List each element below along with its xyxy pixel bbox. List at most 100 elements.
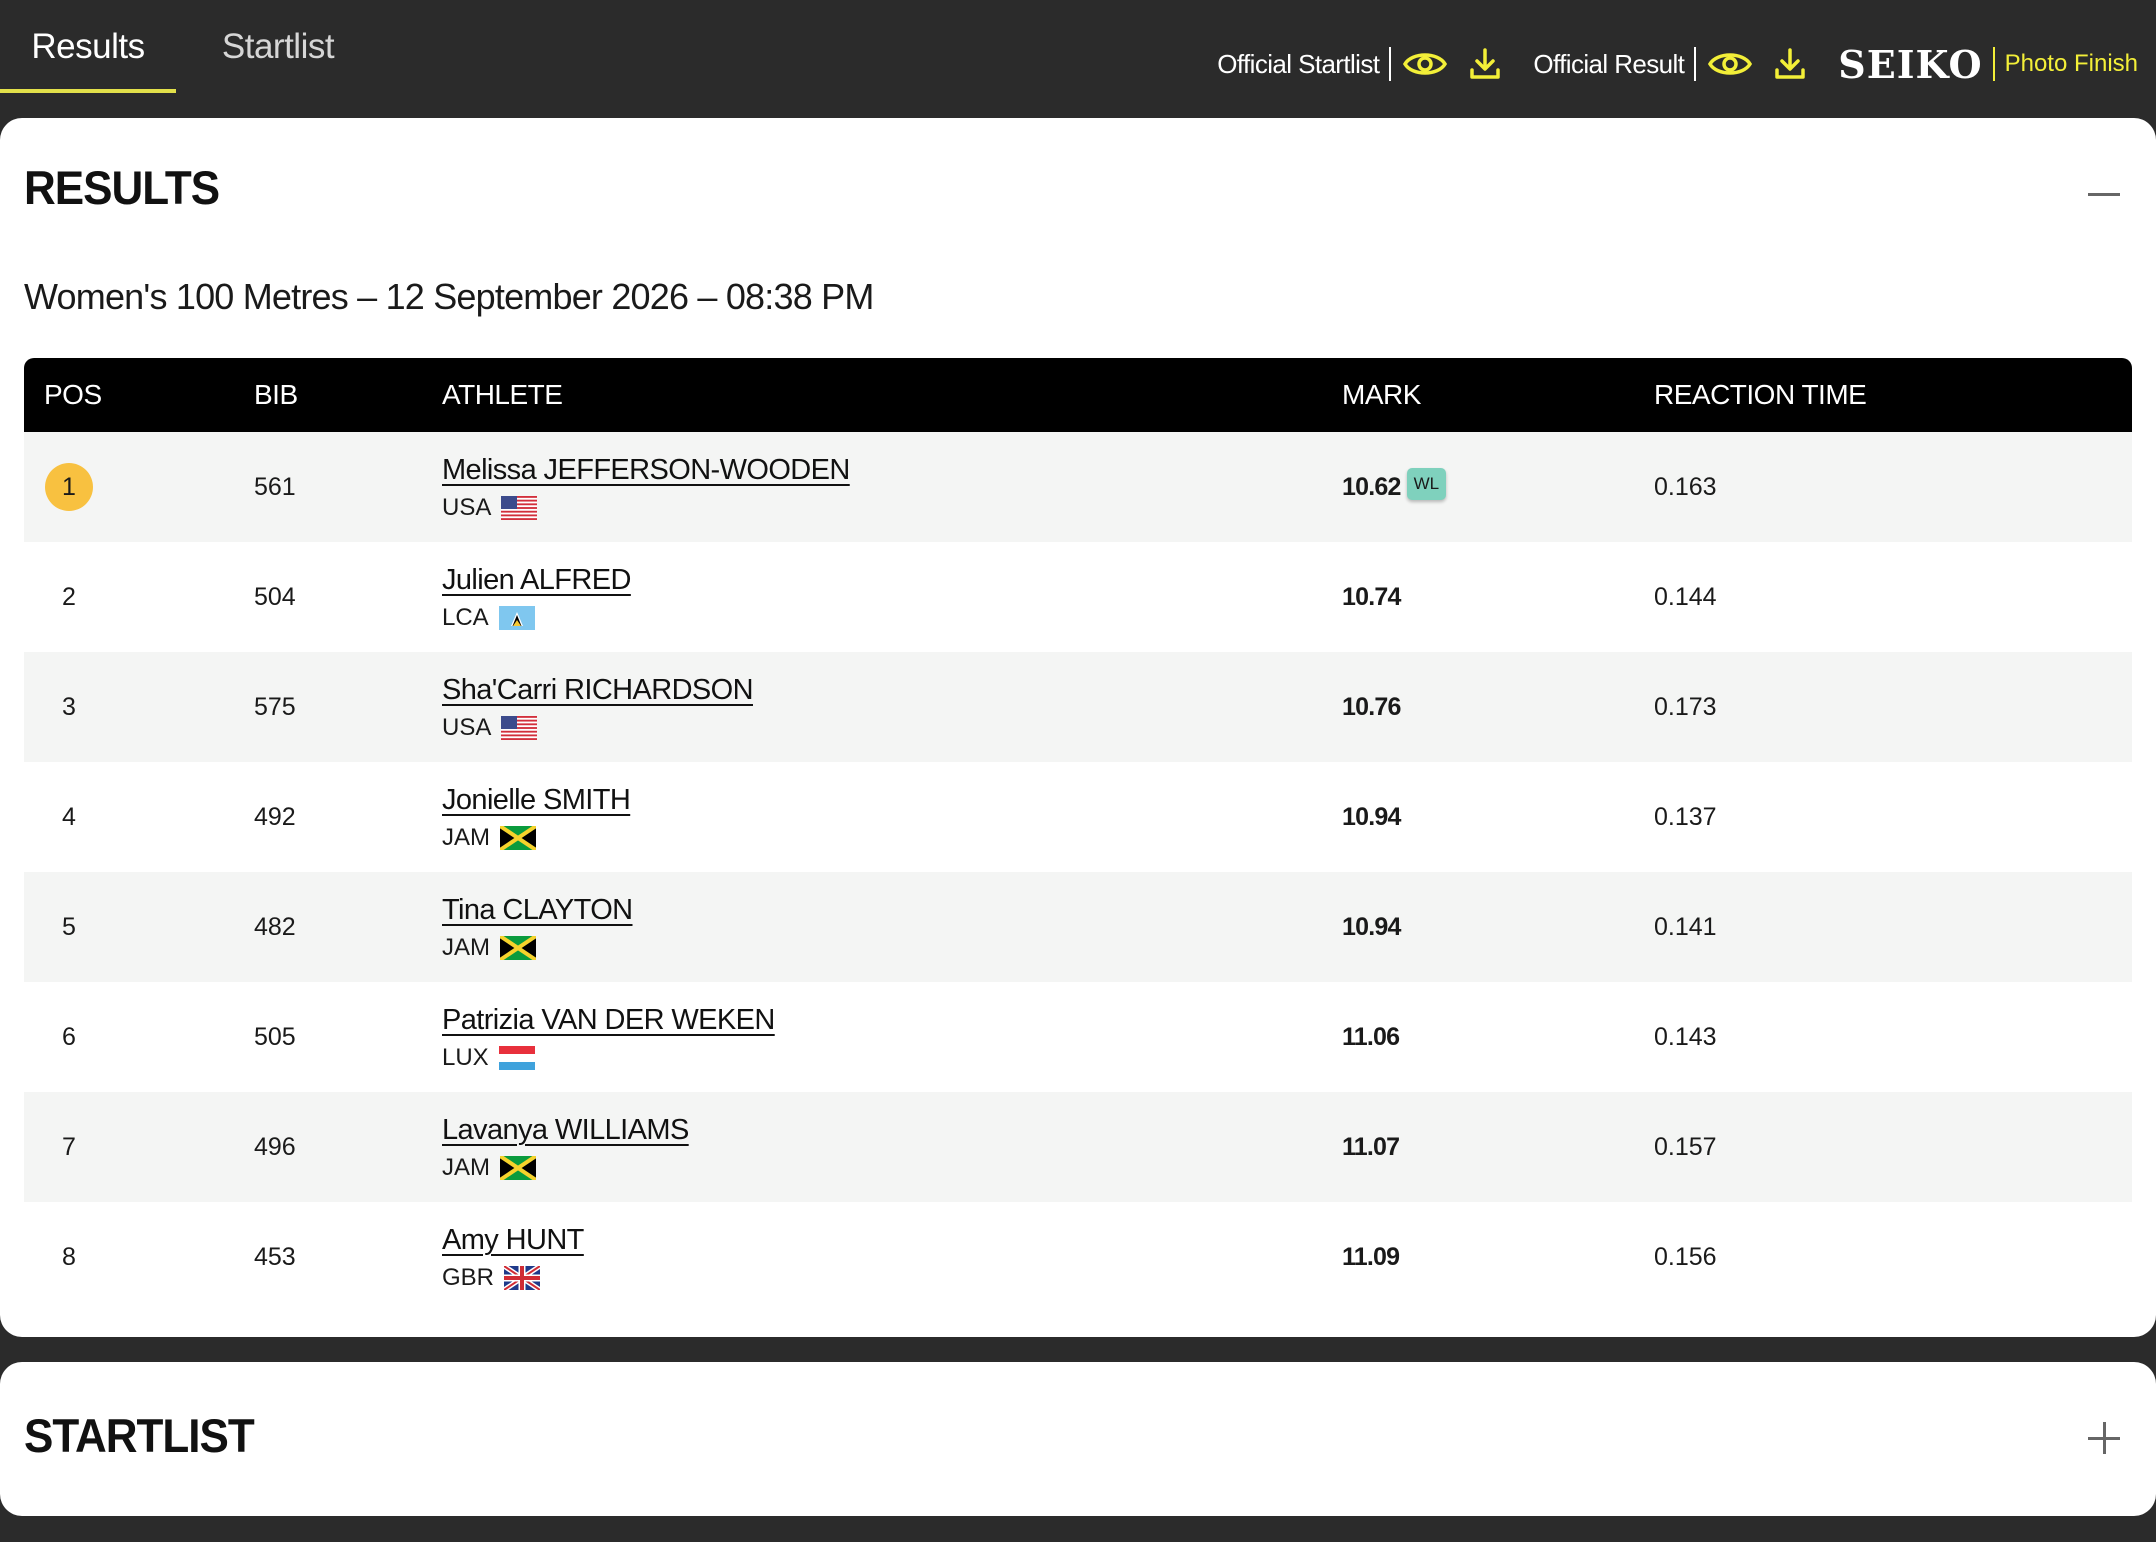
gbr-flag-icon	[502, 1263, 542, 1293]
pos-cell: 7	[44, 1092, 94, 1202]
position: 2	[62, 582, 76, 611]
country-code: JAM	[442, 1154, 490, 1181]
athlete-name-link[interactable]: Lavanya WILLIAMS	[442, 1112, 689, 1148]
athlete-cell: Patrizia VAN DER WEKEN LUX	[442, 982, 775, 1092]
country-code: JAM	[442, 824, 490, 851]
table-row: 1 561 Melissa JEFFERSON-WOODEN USA 10.62 WL 0.…	[24, 432, 2132, 542]
tab-results[interactable]: Results	[0, 0, 176, 94]
jam-flag-icon	[498, 824, 538, 852]
world-lead-badge: WL	[1406, 468, 1447, 500]
mark-value: 10.94	[1342, 802, 1401, 831]
lux-flag-icon	[498, 1046, 535, 1070]
lca-flag-icon	[498, 606, 535, 630]
mark-value: 10.74	[1342, 582, 1401, 611]
reaction-time-cell: 0.141	[1654, 912, 1717, 941]
bib-cell: 561	[254, 472, 296, 501]
tab-startlist[interactable]: Startlist	[190, 0, 366, 94]
bib-cell: 504	[254, 582, 296, 611]
athlete-country: GBR	[442, 1263, 542, 1293]
position: 6	[62, 1022, 76, 1051]
expand-icon[interactable]	[2086, 1420, 2122, 1456]
mark-value: 11.07	[1342, 1132, 1400, 1161]
results-card: RESULTS Women's 100 Metres – 12 Septembe…	[0, 118, 2156, 1337]
startlist-card: STARTLIST	[0, 1362, 2156, 1516]
table-row: 5 482 Tina CLAYTON JAM 10.94 0.141	[24, 872, 2132, 982]
athlete-name-link[interactable]: Amy HUNT	[442, 1222, 584, 1258]
usa-flag-icon	[501, 496, 538, 520]
table-row: 7 496 Lavanya WILLIAMS JAM 11.07 0.157	[24, 1092, 2132, 1202]
athlete-name-link[interactable]: Patrizia VAN DER WEKEN	[442, 1002, 775, 1038]
table-row: 8 453 Amy HUNT GBR 11.09 0.156	[24, 1202, 2132, 1312]
divider	[1992, 47, 1995, 81]
reaction-time-cell: 0.137	[1654, 802, 1717, 831]
photo-finish-link[interactable]: Photo Finish	[2005, 50, 2138, 78]
pos-cell: 4	[44, 762, 94, 872]
mark-cell: 11.07	[1342, 1092, 1400, 1202]
athlete-country: USA	[442, 714, 538, 742]
reaction-time-cell: 0.163	[1654, 472, 1717, 501]
athlete-cell: Tina CLAYTON JAM	[442, 872, 633, 982]
athlete-country: USA	[442, 494, 538, 522]
pos-cell: 5	[44, 872, 94, 982]
athlete-name-link[interactable]: Julien ALFRED	[442, 562, 631, 598]
reaction-time-cell: 0.157	[1654, 1132, 1717, 1161]
event-title: Women's 100 Metres – 12 September 2026 –…	[24, 276, 874, 317]
collapse-icon[interactable]	[2086, 176, 2122, 212]
bib-cell: 505	[254, 1022, 296, 1051]
divider	[1389, 47, 1392, 81]
table-row: 2 504 Julien ALFRED LCA 10.74 0.144	[24, 542, 2132, 652]
column-header-reaction-time: REACTION TIME	[1654, 379, 1867, 410]
bib-cell: 492	[254, 802, 296, 831]
bib-cell: 453	[254, 1242, 296, 1271]
active-tab-indicator	[0, 89, 176, 93]
download-icon[interactable]	[1766, 40, 1814, 88]
athlete-name-link[interactable]: Tina CLAYTON	[442, 892, 633, 928]
top-bar: Results Startlist Official Startlist Off…	[0, 0, 2156, 118]
startlist-heading: STARTLIST	[24, 1410, 255, 1463]
bib-cell: 575	[254, 692, 296, 721]
country-code: USA	[442, 494, 492, 521]
athlete-country: LUX	[442, 1044, 535, 1072]
seiko-logo: SEIKO	[1838, 41, 1983, 87]
athlete-cell: Julien ALFRED LCA	[442, 542, 631, 652]
eye-icon[interactable]	[1401, 40, 1449, 88]
results-heading: RESULTS	[24, 162, 220, 215]
country-code: USA	[442, 714, 492, 741]
bib-cell: 482	[254, 912, 296, 941]
official-startlist-label: Official Startlist	[1217, 48, 1380, 79]
athlete-name-link[interactable]: Melissa JEFFERSON-WOODEN	[442, 452, 850, 488]
download-icon[interactable]	[1461, 40, 1509, 88]
mark-cell: 10.62 WL	[1342, 432, 1447, 542]
column-header-pos: POS	[44, 379, 102, 410]
athlete-name-link[interactable]: Jonielle SMITH	[442, 782, 631, 818]
athlete-country: LCA	[442, 604, 535, 632]
athlete-name-link[interactable]: Sha'Carri RICHARDSON	[442, 672, 754, 708]
mark-value: 10.62	[1342, 472, 1401, 501]
jam-flag-icon	[498, 934, 538, 962]
results-table: POS BIB ATHLETE MARK REACTION TIME 1 561 M…	[24, 358, 2132, 1312]
pos-cell: 8	[44, 1202, 94, 1312]
official-result-label: Official Result	[1533, 48, 1685, 79]
reaction-time-cell: 0.144	[1654, 582, 1717, 611]
reaction-time-cell: 0.173	[1654, 692, 1717, 721]
jam-flag-icon	[498, 1154, 538, 1182]
table-header: POS BIB ATHLETE MARK REACTION TIME	[24, 358, 2132, 432]
mark-cell: 10.74	[1342, 542, 1401, 652]
mark-value: 11.09	[1342, 1242, 1400, 1271]
country-code: LCA	[442, 604, 489, 631]
position: 8	[62, 1242, 76, 1271]
eye-icon[interactable]	[1706, 40, 1754, 88]
mark-cell: 11.06	[1342, 982, 1400, 1092]
table-row: 3 575 Sha'Carri RICHARDSON USA 10.76 0.173	[24, 652, 2132, 762]
gold-medal-position: 1	[45, 463, 93, 511]
position: 7	[62, 1132, 76, 1161]
position: 3	[62, 692, 76, 721]
athlete-cell: Sha'Carri RICHARDSON USA	[442, 652, 754, 762]
pos-cell: 3	[44, 652, 94, 762]
country-code: LUX	[442, 1044, 489, 1071]
mark-value: 10.94	[1342, 912, 1401, 941]
mark-value: 11.06	[1342, 1022, 1400, 1051]
mark-cell: 10.94	[1342, 872, 1401, 982]
athlete-cell: Amy HUNT GBR	[442, 1202, 584, 1312]
mark-cell: 11.09	[1342, 1202, 1400, 1312]
